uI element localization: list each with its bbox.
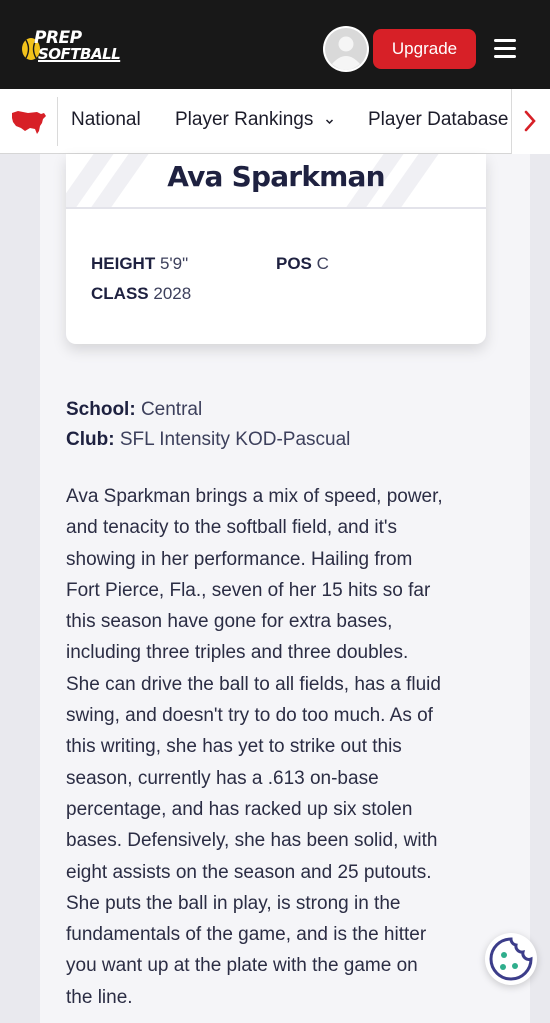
bio-line: including three triples and three double… xyxy=(66,642,409,664)
class-stat: CLASS 2028 xyxy=(91,284,191,304)
logo-text-softball: SOFTBALL xyxy=(38,45,121,63)
class-value: 2028 xyxy=(153,284,192,303)
bio-line: eight assists on the season and 25 putou… xyxy=(66,861,432,883)
position-label: POS xyxy=(276,254,312,273)
user-silhouette-icon xyxy=(325,28,367,70)
player-card: Ava Sparkman HEIGHT 5'9" POS C CLASS 202… xyxy=(66,154,486,344)
club-value: SFL Intensity KOD-Pascual xyxy=(119,429,351,450)
bio-line: season, currently has a .613 on-base xyxy=(66,767,379,789)
nav-item-player-rankings[interactable]: Player Rankings xyxy=(175,109,313,131)
upgrade-button[interactable]: Upgrade xyxy=(373,29,476,69)
chevron-down-icon[interactable] xyxy=(325,117,334,126)
prep-softball-logo[interactable]: PREP SOFTBALL xyxy=(20,29,132,68)
player-bio: Ava Sparkman brings a mix of speed, powe… xyxy=(66,481,496,1013)
user-avatar[interactable] xyxy=(323,26,369,72)
bio-line: and tenacity to the softball field, and … xyxy=(66,517,398,539)
school-line: School: Central xyxy=(66,399,202,421)
height-label: HEIGHT xyxy=(91,254,156,273)
bio-line: swing, and doesn't try to do too much. A… xyxy=(66,705,433,727)
bio-line: fundamentals of the game, and is the hit… xyxy=(66,924,427,946)
club-label: Club: xyxy=(66,429,115,450)
chevron-right-icon xyxy=(524,110,536,132)
bio-line: showing in her performance. Hailing from xyxy=(66,548,413,570)
bio-line: the line. xyxy=(66,986,133,1008)
bio-line: this writing, she has yet to strike out … xyxy=(66,736,402,758)
height-stat: HEIGHT 5'9" xyxy=(91,254,188,274)
section-nav: National Player Rankings Player Database xyxy=(0,89,550,154)
player-name: Ava Sparkman xyxy=(167,160,385,193)
club-line: Club: SFL Intensity KOD-Pascual xyxy=(66,429,350,451)
bio-line: this season have gone for extra bases, xyxy=(66,611,393,633)
position-stat: POS C xyxy=(276,254,329,274)
position-value: C xyxy=(316,254,329,273)
bio-line: you want up at the plate with the game o… xyxy=(66,955,418,977)
cookie-settings-button[interactable] xyxy=(485,933,537,985)
school-label: School: xyxy=(66,399,136,420)
height-value: 5'9" xyxy=(159,254,189,273)
bio-line: percentage, and has racked up six stolen xyxy=(66,798,413,820)
usa-map-icon[interactable] xyxy=(10,109,47,135)
bio-line: Ava Sparkman brings a mix of speed, powe… xyxy=(66,486,443,507)
class-label: CLASS xyxy=(91,284,149,303)
hamburger-menu-icon[interactable] xyxy=(492,36,520,62)
nav-item-player-database[interactable]: Player Database xyxy=(368,109,508,131)
bio-line: Fort Pierce, Fla., seven of her 15 hits … xyxy=(66,579,431,601)
bio-line: She puts the ball in play, is strong in … xyxy=(66,892,401,914)
cookie-icon xyxy=(489,937,533,981)
nav-item-national[interactable]: National xyxy=(71,109,141,131)
bio-line: bases. Defensively, she has been solid, … xyxy=(66,830,438,852)
bio-line: She can drive the ball to all fields, ha… xyxy=(66,673,441,695)
nav-divider xyxy=(57,97,58,146)
player-card-header: Ava Sparkman xyxy=(66,154,486,209)
school-value: Central xyxy=(140,399,203,420)
top-bar: PREP SOFTBALL Upgrade xyxy=(0,0,550,89)
nav-scroll-right-button[interactable] xyxy=(511,89,550,154)
